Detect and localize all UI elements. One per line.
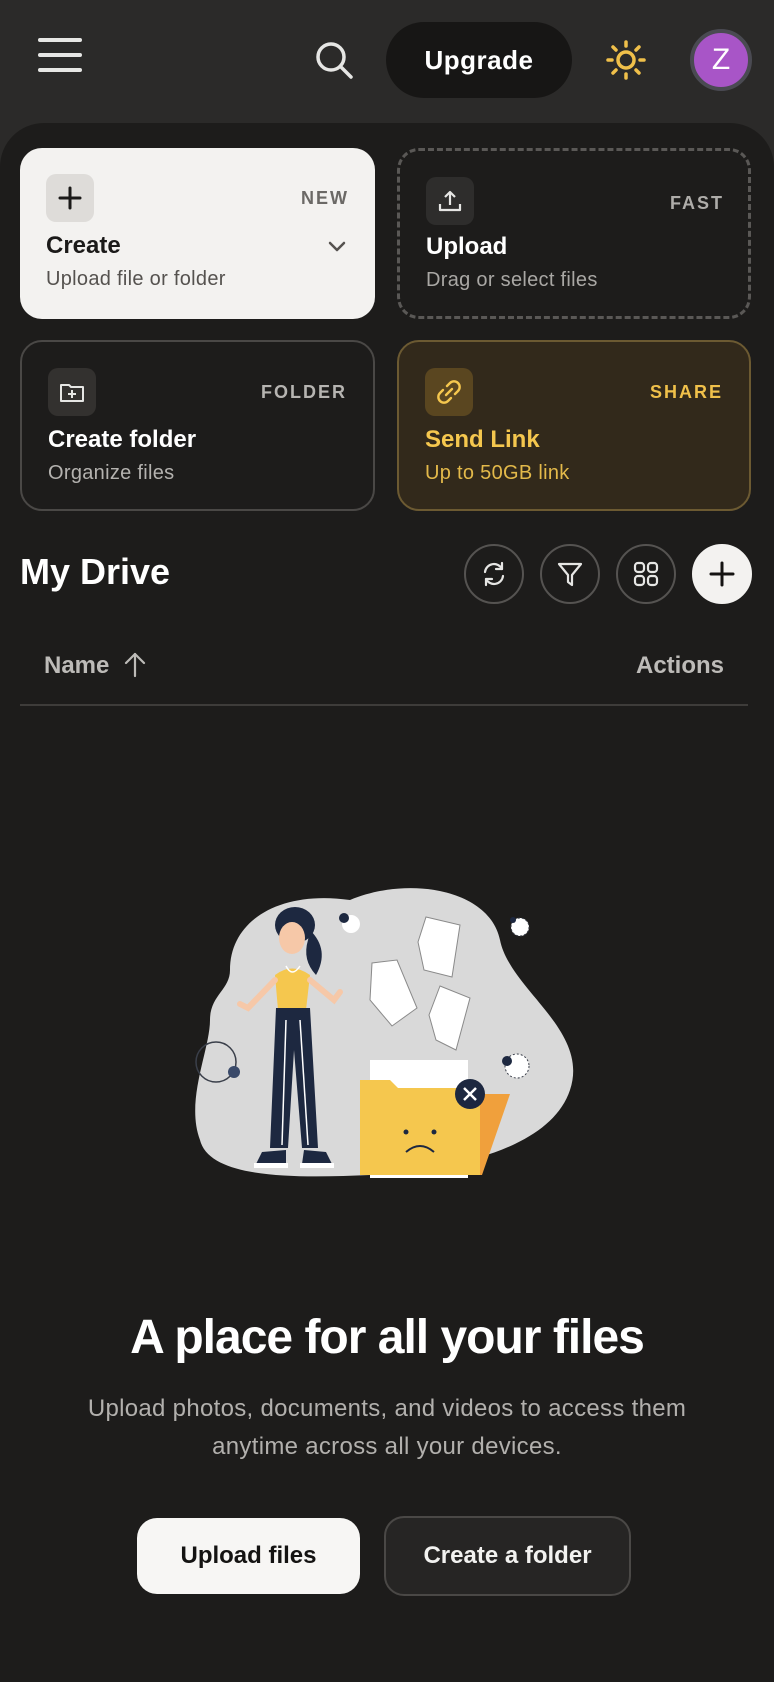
empty-state-subtitle: Upload photos, documents, and videos to …	[87, 1395, 687, 1460]
table-header: Name Actions	[20, 636, 748, 706]
send-link-subtitle: Up to 50GB link	[425, 462, 570, 484]
folder-subtitle: Organize files	[48, 462, 175, 484]
create-subtitle: Upload file or folder	[46, 268, 226, 290]
upload-icon	[426, 177, 474, 225]
sun-icon[interactable]	[604, 38, 648, 82]
folder-tag: FOLDER	[261, 382, 347, 402]
link-icon	[425, 368, 473, 416]
menu-icon[interactable]	[38, 38, 90, 82]
column-name[interactable]: Name	[44, 652, 109, 680]
search-icon[interactable]	[312, 38, 356, 82]
share-tag: SHARE	[649, 382, 723, 402]
chevron-down-icon[interactable]	[325, 234, 349, 258]
upload-card[interactable]: FAST Upload Drag or select files	[397, 148, 751, 319]
upload-title: Upload	[426, 233, 508, 260]
upload-subtitle: Drag or select files	[426, 269, 598, 291]
plus-icon	[46, 174, 94, 222]
page-title: My Drive	[20, 551, 171, 592]
create-title: Create	[46, 232, 121, 259]
create-tag: NEW	[301, 188, 349, 208]
add-button[interactable]	[692, 544, 752, 604]
create-card[interactable]: NEW Create Upload file or folder	[20, 148, 375, 319]
refresh-icon[interactable]	[464, 544, 524, 604]
folder-title: Create folder	[48, 426, 197, 453]
send-link-card[interactable]: SHARE Send Link Up to 50GB link	[397, 340, 751, 511]
plus-icon	[709, 561, 735, 587]
upload-files-button[interactable]: Upload files	[137, 1518, 360, 1594]
top-bar: Upgrade Z	[0, 0, 774, 125]
upload-tag: FAST	[669, 193, 724, 213]
upgrade-button[interactable]: Upgrade	[386, 22, 572, 98]
create-folder-card[interactable]: FOLDER Create folder Organize files	[20, 340, 375, 511]
grid-icon[interactable]	[616, 544, 676, 604]
arrow-up-icon[interactable]	[122, 650, 148, 680]
column-actions: Actions	[635, 652, 724, 679]
avatar[interactable]: Z	[690, 29, 752, 91]
empty-state-illustration	[195, 888, 574, 1178]
create-folder-button[interactable]: Create a folder	[384, 1516, 631, 1596]
filter-icon[interactable]	[540, 544, 600, 604]
empty-state-title: A place for all your files	[130, 1311, 645, 1364]
folder-plus-icon	[48, 368, 96, 416]
send-link-title: Send Link	[425, 426, 540, 453]
